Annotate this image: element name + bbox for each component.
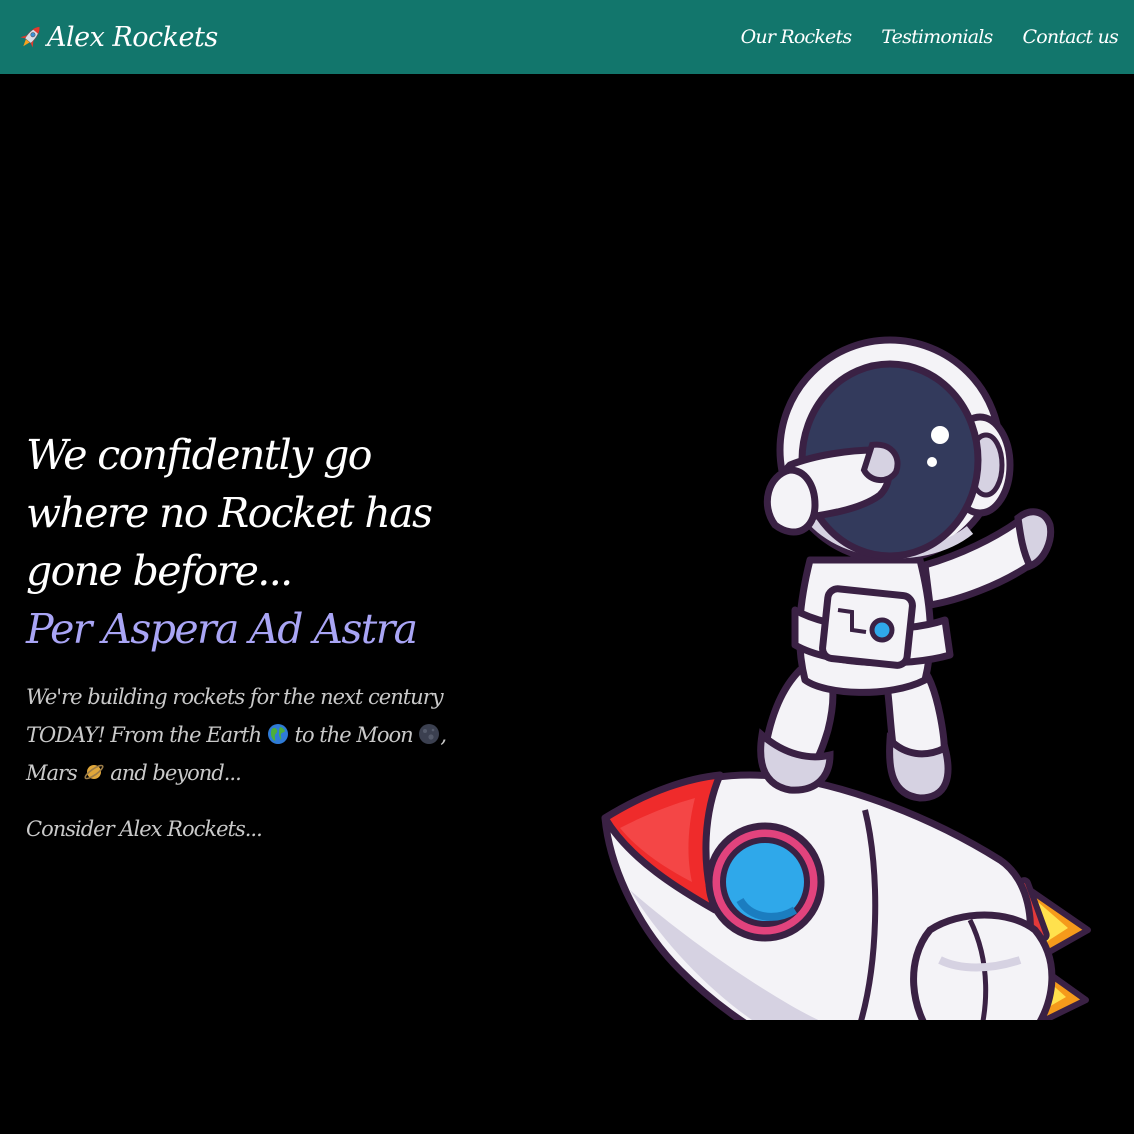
nav-link-our-rockets[interactable]: Our Rockets: [741, 26, 852, 48]
navbar: Alex Rockets Our Rockets Testimonials Co…: [0, 0, 1134, 74]
hero-description: We're building rockets for the next cent…: [26, 678, 447, 792]
moon-icon: [419, 724, 440, 744]
nav-link-testimonials[interactable]: Testimonials: [881, 26, 993, 48]
hero-heading: We confidently go where no Rocket has go…: [26, 426, 446, 658]
hero-motto: Per Aspera Ad Astra: [26, 605, 418, 653]
hero-description-part2: to the Moon: [294, 723, 414, 747]
nav-links: Our Rockets Testimonials Contact us: [741, 26, 1119, 48]
ringed-planet-icon: [83, 764, 104, 780]
hero-cta-text: Consider Alex Rockets...: [26, 817, 263, 841]
hero-section: We confidently go where no Rocket has go…: [0, 74, 1134, 1134]
hero-text: We confidently go where no Rocket has go…: [26, 426, 447, 848]
hero-description-part4: and beyond...: [110, 761, 242, 785]
astronaut-rocket-illustration: [601, 336, 1091, 1020]
astronaut-illustration: [757, 336, 1055, 802]
brand-name: Alex Rockets: [47, 21, 218, 53]
rocket-icon: [20, 26, 40, 48]
earth-globe-icon: [267, 724, 288, 744]
rocket-illustration: [601, 771, 1091, 1020]
nav-link-contact-us[interactable]: Contact us: [1023, 26, 1119, 48]
brand-link[interactable]: Alex Rockets: [18, 22, 218, 53]
hero-heading-text: We confidently go where no Rocket has go…: [26, 431, 433, 595]
